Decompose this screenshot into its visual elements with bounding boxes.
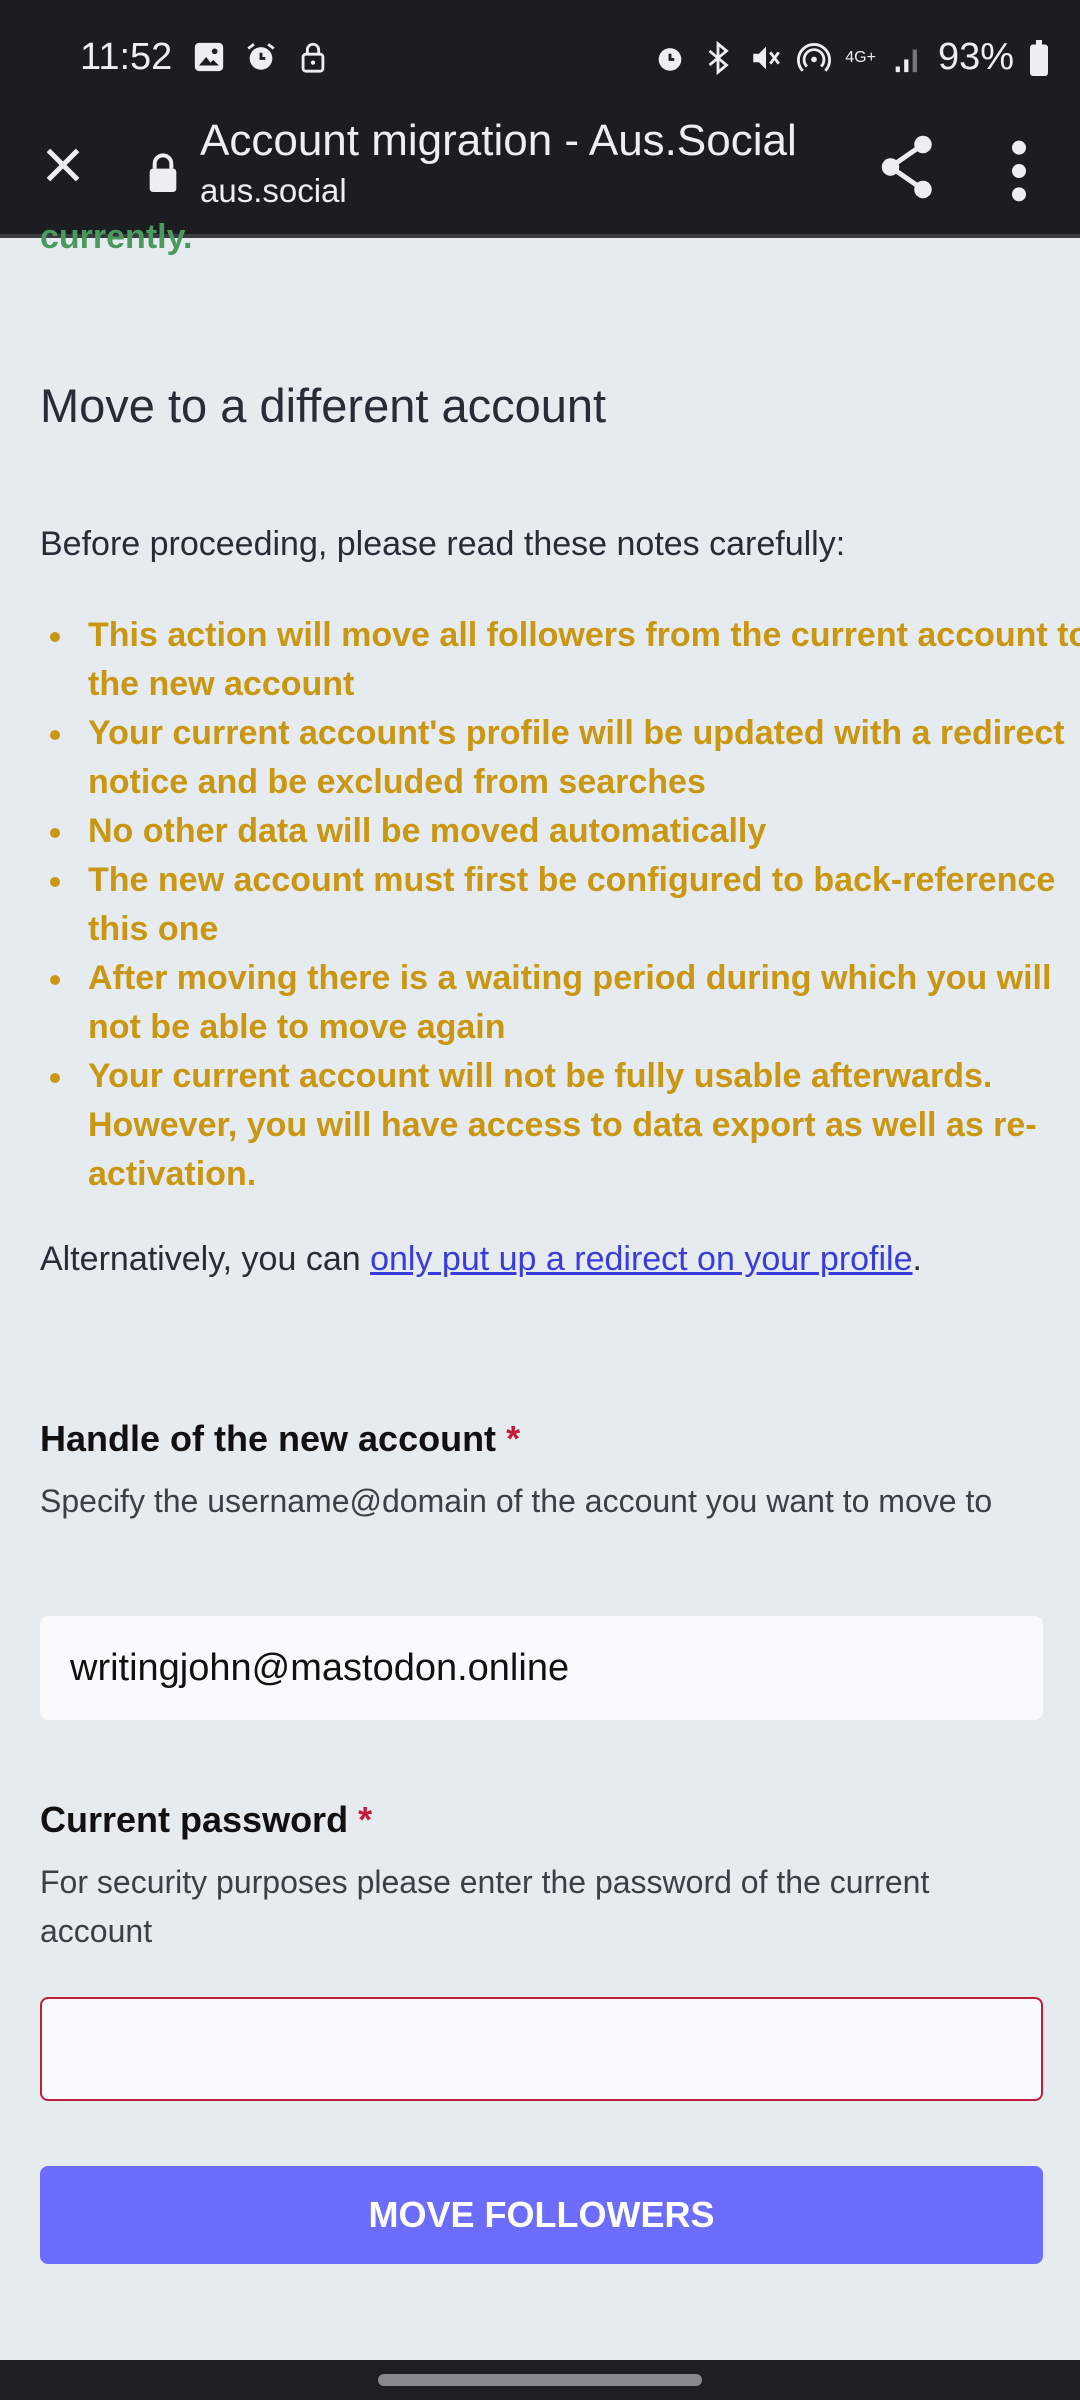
note-item: The new account must first be configured… bbox=[50, 856, 1080, 954]
signal-icon bbox=[895, 49, 917, 72]
close-icon[interactable] bbox=[38, 140, 88, 190]
hotspot-icon bbox=[797, 42, 832, 72]
network-type: 4G+ bbox=[845, 48, 876, 66]
alternative-text: Alternatively, you can only put up a red… bbox=[40, 1240, 922, 1279]
handle-hint: Specify the username@domain of the accou… bbox=[40, 1483, 993, 1519]
alarm-icon bbox=[658, 47, 682, 71]
note-item: After moving there is a waiting period d… bbox=[50, 954, 1080, 1052]
note-item: No other data will be moved automaticall… bbox=[50, 807, 1080, 856]
section-heading: Move to a different account bbox=[40, 379, 607, 432]
password-label: Current password * bbox=[40, 1799, 372, 1841]
lock-icon bbox=[301, 42, 325, 73]
status-text: currently. bbox=[40, 218, 193, 256]
navigation-bar bbox=[0, 2360, 1080, 2400]
home-gesture-handle[interactable] bbox=[378, 2374, 702, 2386]
share-icon[interactable] bbox=[878, 132, 938, 202]
handle-label-text: Handle of the new account bbox=[40, 1418, 497, 1459]
alt-prefix: Alternatively, you can bbox=[40, 1240, 371, 1278]
page-title: Account migration - Aus.Social bbox=[200, 116, 797, 165]
intro-text: Before proceeding, please read these not… bbox=[40, 525, 846, 563]
handle-label: Handle of the new account * bbox=[40, 1418, 520, 1460]
status-bar: 11:52 4G+ 93% bbox=[0, 0, 1080, 112]
more-options-icon[interactable] bbox=[1004, 136, 1034, 206]
mute-icon bbox=[753, 46, 781, 69]
note-item: Your current account's profile will be u… bbox=[50, 709, 1080, 807]
warning-notes: This action will move all followers from… bbox=[40, 611, 1080, 1199]
alarm-icon bbox=[247, 43, 275, 70]
move-followers-button[interactable]: MOVE FOLLOWERS bbox=[40, 2166, 1043, 2264]
lock-icon bbox=[149, 153, 177, 192]
required-mark: * bbox=[506, 1418, 521, 1459]
password-label-text: Current password bbox=[40, 1799, 349, 1840]
url-display[interactable]: aus.social bbox=[200, 172, 347, 210]
password-hint: For security purposes please enter the p… bbox=[40, 1864, 930, 1949]
bluetooth-icon bbox=[708, 40, 729, 75]
note-item: This action will move all followers from… bbox=[50, 611, 1080, 709]
password-input[interactable] bbox=[40, 1997, 1043, 2101]
alt-suffix: . bbox=[912, 1240, 922, 1278]
note-item: Your current account will not be fully u… bbox=[50, 1052, 1080, 1199]
battery-icon bbox=[1030, 39, 1048, 76]
required-mark: * bbox=[358, 1799, 373, 1840]
battery-level: 93% bbox=[937, 36, 1014, 78]
gallery-icon bbox=[194, 42, 224, 72]
redirect-link[interactable]: only put up a redirect on your profile bbox=[370, 1240, 912, 1278]
handle-input[interactable] bbox=[40, 1616, 1043, 1720]
clock: 11:52 bbox=[80, 36, 173, 78]
